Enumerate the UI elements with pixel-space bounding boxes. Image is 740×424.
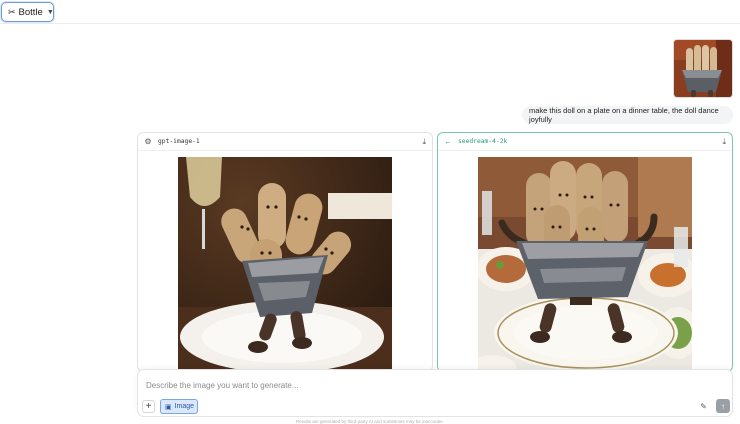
- image-chip-label: Image: [174, 403, 195, 410]
- image-icon: ▣: [165, 403, 172, 411]
- generated-image[interactable]: [178, 157, 392, 371]
- download-icon[interactable]: ⤓: [722, 137, 726, 147]
- user-uploaded-image[interactable]: [673, 39, 733, 98]
- image-mode-toggle[interactable]: ▣ Image: [160, 399, 198, 414]
- footer-disclaimer: Results are generated by third-party AI …: [295, 419, 445, 424]
- prompt-input[interactable]: [146, 378, 706, 392]
- result-panel-header: ← seedream-4-2k ⤓: [438, 133, 732, 151]
- download-icon[interactable]: ⤓: [422, 137, 426, 147]
- generated-image[interactable]: [478, 157, 692, 371]
- bottle-icon: ✂: [8, 6, 16, 17]
- result-panel-gpt-image-1[interactable]: ⚙ gpt-image-1 ⤓: [137, 132, 433, 372]
- model-name: seedream-4-2k: [458, 138, 508, 145]
- result-panel-seedream-4-2k[interactable]: ← seedream-4-2k ⤓: [437, 132, 733, 372]
- top-bar: ✂ Bottle ▼: [0, 0, 740, 24]
- model-name: gpt-image-1: [158, 138, 200, 145]
- chevron-down-icon: ▼: [46, 8, 54, 16]
- prompt-composer: + ▣ Image ✎ ↑: [137, 369, 733, 417]
- model-selector-label: Bottle: [18, 6, 43, 18]
- brush-icon[interactable]: ✎: [698, 401, 709, 412]
- openai-icon: ⚙: [144, 137, 152, 146]
- add-attachment-button[interactable]: +: [142, 400, 155, 413]
- model-selector[interactable]: ✂ Bottle ▼: [1, 2, 54, 22]
- result-panel-header: ⚙ gpt-image-1 ⤓: [138, 133, 432, 151]
- arrow-up-icon: ↑: [721, 401, 725, 411]
- back-arrow-icon[interactable]: ←: [444, 137, 452, 146]
- user-message-bubble: make this doll on a plate on a dinner ta…: [522, 106, 733, 124]
- send-button[interactable]: ↑: [716, 399, 730, 413]
